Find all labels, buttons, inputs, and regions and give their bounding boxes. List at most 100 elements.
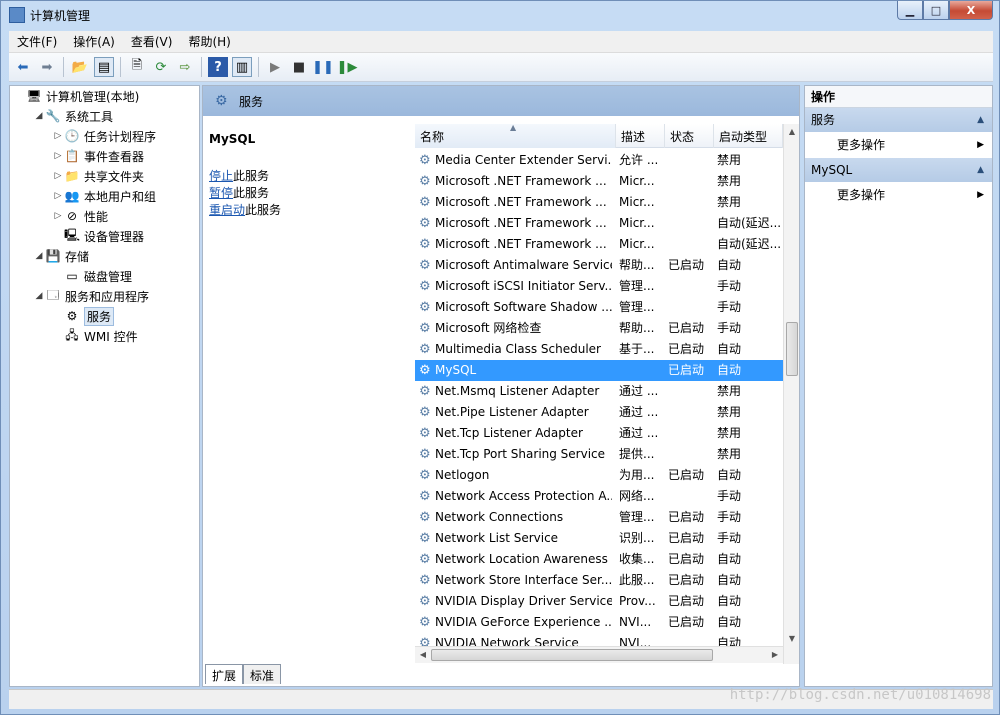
service-startup-type: 手动 [717,300,742,314]
service-row[interactable]: ⚙ Microsoft iSCSI Initiator Serv... 管理... 手… [415,276,783,297]
service-row[interactable]: ⚙ Microsoft .NET Framework ... Micr... 禁用 [415,192,783,213]
forward-arrow-icon[interactable]: ➡ [37,57,57,77]
more-actions-mysql[interactable]: 更多操作 ▶ [805,182,992,208]
service-gear-icon: ⚙ [419,195,431,210]
service-row[interactable]: ⚙ Network Location Awareness 收集... 已启动 自动 [415,549,783,570]
submenu-arrow-icon: ▶ [977,190,984,200]
tree-item[interactable]: ▷ 👥 本地用户和组 [52,186,156,206]
column-header-startup-type[interactable]: 启动类型 [714,124,783,148]
back-arrow-icon[interactable]: ⬅ [13,57,33,77]
service-name: Net.Msmq Listener Adapter [435,384,600,398]
actions-title: 操作 [805,86,992,108]
expand-toggle-icon[interactable]: ▷ [52,151,64,161]
expand-toggle-icon[interactable]: ▷ [52,191,64,201]
expand-toggle-icon[interactable]: ▷ [52,211,64,221]
restart-service-link[interactable]: 重启动 [209,203,245,217]
tree-item[interactable]: 🖳 设备管理器 [52,226,144,246]
column-header-description[interactable]: 描述 [616,124,665,148]
more-actions-services[interactable]: 更多操作 ▶ [805,132,992,158]
tree-item[interactable]: ▭ 磁盘管理 [52,266,132,286]
tree-item[interactable]: ▷ ⊘ 性能 [52,206,108,226]
service-row[interactable]: ⚙ NVIDIA GeForce Experience ... NVI... 已启动自… [415,612,783,633]
tree-item[interactable]: 🖧 WMI 控件 [52,326,137,346]
tree-item[interactable]: ⚙ 服务 [52,306,115,326]
show-hide-tree-icon[interactable]: ▤ [94,57,114,77]
vertical-scroll-thumb[interactable] [786,322,798,376]
menu-help[interactable]: 帮助(H) [180,33,238,50]
vertical-scrollbar[interactable]: ▲ ▼ [783,124,799,664]
service-row[interactable]: ⚙ Media Center Extender Servi... 允许 ... 禁用 [415,150,783,171]
tree-item[interactable]: 🖥 计算机管理(本地) [14,86,139,106]
stop-service-link[interactable]: 停止 [209,169,233,183]
service-description: 允许 ... [619,153,659,167]
tree-item[interactable]: ◢ 🔧 系统工具 [33,106,113,126]
horizontal-scrollbar[interactable]: ◀ ▶ [415,646,783,663]
properties-icon[interactable]: 🗎 [127,57,147,77]
service-row[interactable]: ⚙ Microsoft .NET Framework ... Micr... 自动(延… [415,234,783,255]
minimize-button[interactable]: ▁ [897,1,923,20]
tree-item[interactable]: ▷ 📁 共享文件夹 [52,166,144,186]
service-name: Net.Tcp Port Sharing Service [435,447,606,461]
scroll-up-icon[interactable]: ▲ [784,124,799,140]
service-row[interactable]: ⚙ Microsoft .NET Framework ... Micr... 禁用 [415,171,783,192]
scroll-right-icon[interactable]: ▶ [767,647,783,663]
service-status: 已启动 [668,468,705,482]
help-icon[interactable]: ? [208,57,228,77]
actions-section-mysql[interactable]: MySQL ▲ [805,158,992,182]
column-header-status[interactable]: 状态 [665,124,714,148]
service-description: Prov... [619,594,656,608]
service-row[interactable]: ⚙ NVIDIA Display Driver Service Prov... 已启动… [415,591,783,612]
column-header-name[interactable]: 名称 ▲ [415,124,616,148]
stop-icon[interactable]: ■ [289,57,309,77]
service-row[interactable]: ⚙ Net.Tcp Port Sharing Service 提供... 禁用 [415,444,783,465]
export-list-icon[interactable]: ⇨ [175,57,195,77]
expand-toggle-icon[interactable]: ▷ [52,171,64,181]
service-row[interactable]: ⚙ Net.Pipe Listener Adapter 通过 ... 禁用 [415,402,783,423]
service-row[interactable]: ⚙ Network Access Protection A... 网络... 手动 [415,486,783,507]
service-row[interactable]: ⚙ Net.Tcp Listener Adapter 通过 ... 禁用 [415,423,783,444]
pause-service-link[interactable]: 暂停 [209,186,233,200]
service-row[interactable]: ⚙ Net.Msmq Listener Adapter 通过 ... 禁用 [415,381,783,402]
pause-icon[interactable]: ❚❚ [312,57,334,77]
service-row[interactable]: ⚙ Network List Service 识别... 已启动 手动 [415,528,783,549]
service-description: 管理... [619,279,655,293]
service-row[interactable]: ⚙ MySQL 已启动 自动 [415,360,783,381]
expand-toggle-icon[interactable]: ◢ [33,291,45,301]
menu-file[interactable]: 文件(F) [9,33,65,50]
start-icon[interactable]: ▶ [265,57,285,77]
collapse-icon[interactable]: ▲ [977,158,984,182]
service-row[interactable]: ⚙ Network Connections 管理... 已启动 手动 [415,507,783,528]
actions-section-services[interactable]: 服务 ▲ [805,108,992,132]
up-folder-icon[interactable]: 📂 [70,57,90,77]
collapse-icon[interactable]: ▲ [977,108,984,132]
maximize-button[interactable]: □ [923,1,949,20]
tree-item[interactable]: ▷ 📋 事件查看器 [52,146,144,166]
link-suffix: 此服务 [245,203,282,217]
restart-icon[interactable]: ❚▶ [337,57,358,77]
menu-action[interactable]: 操作(A) [65,33,123,50]
refresh-icon[interactable]: ⟳ [151,57,171,77]
expand-toggle-icon[interactable]: ▷ [52,131,64,141]
tree-item[interactable]: ◢ 🗔 服务和应用程序 [33,286,149,306]
service-row[interactable]: ⚙ Microsoft Antimalware Service 帮助... 已启动 自动 [415,255,783,276]
expand-toggle-icon[interactable]: ◢ [33,111,45,121]
service-row[interactable]: ⚙ Multimedia Class Scheduler 基于... 已启动 自动 [415,339,783,360]
service-row[interactable]: ⚙ Network Store Interface Ser... 此服... 已启动自… [415,570,783,591]
menu-view[interactable]: 查看(V) [123,33,181,50]
show-hide-action-icon[interactable]: ▥ [232,57,252,77]
tab-extended[interactable]: 扩展 [205,664,244,684]
tree-item[interactable]: ▷ 🕒 任务计划程序 [52,126,156,146]
scroll-left-icon[interactable]: ◀ [415,647,431,663]
scroll-down-icon[interactable]: ▼ [784,631,799,647]
close-button[interactable]: X [949,1,993,20]
horizontal-scroll-thumb[interactable] [431,649,713,661]
service-row[interactable]: ⚙ Netlogon 为用... 已启动 自动 [415,465,783,486]
service-row[interactable]: ⚙ Microsoft 网络检查 帮助... 已启动 手动 [415,318,783,339]
expand-toggle-icon[interactable]: ◢ [33,251,45,261]
tab-standard[interactable]: 标准 [243,664,282,684]
service-status [668,381,713,402]
service-row[interactable]: ⚙ Microsoft .NET Framework ... Micr... 自动(延… [415,213,783,234]
service-row[interactable]: ⚙ Microsoft Software Shadow ... 管理... 手动 [415,297,783,318]
service-name: Network List Service [435,531,559,545]
tree-item[interactable]: ◢ 💾 存储 [33,246,89,266]
